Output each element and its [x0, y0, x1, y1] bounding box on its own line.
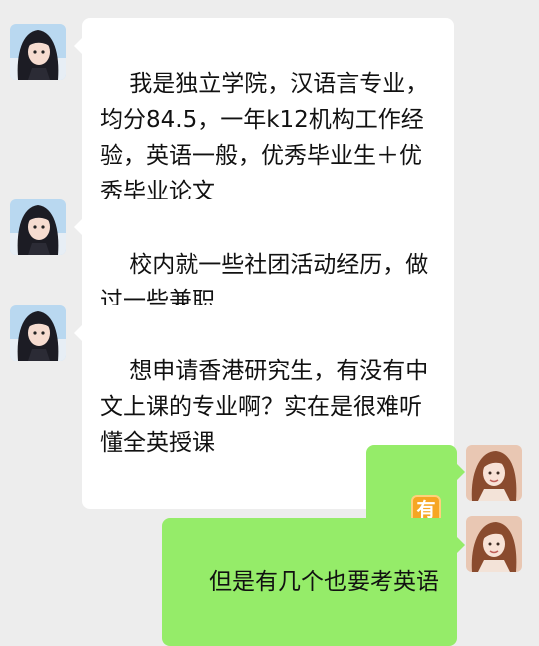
contact-avatar[interactable] [10, 305, 66, 361]
message-text: 但是有几个也要考英语 [209, 569, 439, 595]
contact-avatar[interactable] [10, 199, 66, 255]
self-avatar[interactable] [466, 445, 522, 501]
contact-avatar[interactable] [10, 24, 66, 80]
message-bubble[interactable]: 但是有几个也要考英语 [161, 518, 466, 646]
self-avatar[interactable] [466, 516, 522, 572]
message-text: 想申请香港研究生，有没有中文上课的专业啊？实在是很难听懂全英授课 [100, 358, 429, 456]
message-text: 我是独立学院，汉语言专业，均分84.5，一年k12机构工作经验，英语一般，优秀毕… [100, 71, 429, 205]
